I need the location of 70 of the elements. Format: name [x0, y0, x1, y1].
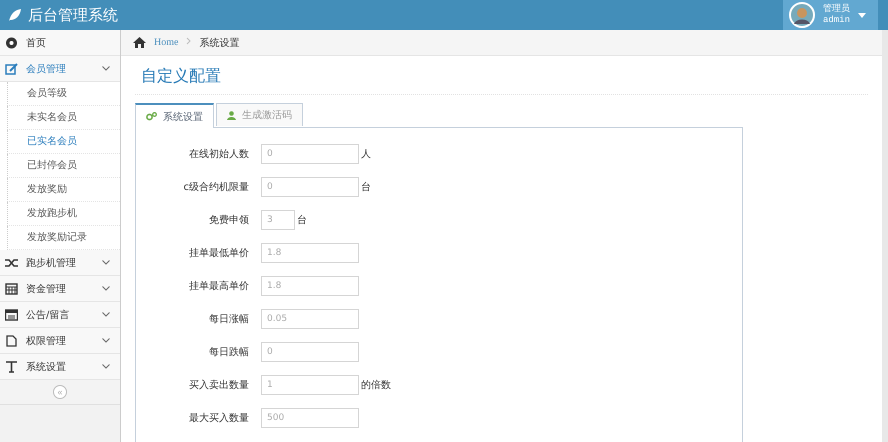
- field-label: 每日跌幅: [208, 346, 249, 358]
- tab[interactable]: 系统设置: [135, 103, 214, 128]
- shuffle-icon: [5, 256, 18, 268]
- submenu-item[interactable]: 会员等级: [7, 82, 120, 106]
- sidebar-item[interactable]: 权限管理: [0, 328, 120, 354]
- list-icon: [5, 308, 18, 320]
- chevron-icon: [102, 260, 110, 265]
- collapse-button[interactable]: «: [53, 385, 67, 399]
- file-icon: [5, 334, 18, 346]
- submenu-item[interactable]: 发放跑步机: [7, 202, 120, 226]
- field-label: 每日涨幅: [208, 312, 249, 326]
- field-label: 挂单最低单价: [188, 246, 249, 260]
- user-name: admin: [822, 15, 850, 26]
- menu-label: 权限管理: [26, 334, 67, 348]
- field-label: 挂单最高单价: [188, 280, 249, 292]
- input-field[interactable]: 1.8: [261, 242, 359, 262]
- menu-label: 系统设置: [26, 360, 67, 374]
- input-field[interactable]: 500: [261, 408, 359, 428]
- sidebar-item[interactable]: 公告/留言: [0, 302, 120, 328]
- submenu-item[interactable]: 已实名会员: [7, 130, 120, 154]
- chevron-icon: [102, 338, 110, 343]
- breadcrumb-link[interactable]: Home: [154, 37, 178, 48]
- menu-label: 跑步机管理: [26, 256, 77, 270]
- text-icon: [5, 360, 18, 372]
- field-label: 最大买入数量: [188, 412, 249, 424]
- input-field[interactable]: 0.05: [261, 308, 359, 328]
- app-title: 后台管理系统: [28, 6, 118, 24]
- input-field[interactable]: 0: [261, 342, 359, 362]
- home-icon: [133, 37, 146, 48]
- field-label: 在线初始人数: [188, 148, 249, 160]
- input-field[interactable]: 1: [261, 374, 359, 394]
- menu-label: 首页: [26, 36, 47, 50]
- field-label: 免费申领: [208, 214, 249, 226]
- menu-label: 资金管理: [26, 282, 67, 296]
- page-title: 自定义配置: [135, 56, 868, 95]
- submenu-item[interactable]: 已封停会员: [7, 154, 120, 178]
- submenu-item[interactable]: 发放奖励: [7, 178, 120, 202]
- input-field[interactable]: 0: [261, 144, 359, 164]
- dashboard-icon: [5, 36, 18, 48]
- sidebar-item[interactable]: 跑步机管理: [0, 250, 120, 276]
- input-field[interactable]: 0: [261, 176, 359, 196]
- sidebar-item[interactable]: 系统设置: [0, 354, 120, 380]
- unit-label: 人: [361, 148, 371, 160]
- chevron-icon: [102, 286, 110, 291]
- edit-icon: [5, 62, 18, 74]
- sidebar-item[interactable]: 会员管理: [0, 56, 120, 82]
- menu-label: 会员管理: [26, 62, 67, 76]
- field-label: 买入卖出数量: [188, 378, 249, 392]
- field-label: c级合约机限量: [182, 180, 249, 194]
- chevron-icon: [102, 364, 110, 369]
- avatar-icon: [788, 2, 815, 28]
- user-menu[interactable]: 管理员 admin: [782, 0, 878, 30]
- calendar-icon: [5, 282, 18, 294]
- input-field[interactable]: 3: [261, 210, 295, 230]
- sidebar-item[interactable]: 首页: [0, 30, 120, 56]
- unit-label: 的倍数: [361, 378, 391, 392]
- sidebar-item[interactable]: 资金管理: [0, 276, 120, 302]
- unit-label: 台: [361, 180, 371, 194]
- input-field[interactable]: 1.8: [261, 276, 359, 296]
- caret-icon: [858, 12, 866, 18]
- menu-label: 公告/留言: [26, 308, 70, 322]
- unit-label: 台: [297, 214, 307, 226]
- chevron-icon: [102, 312, 110, 317]
- user-role: 管理员: [822, 4, 850, 15]
- leaf-icon: [8, 8, 22, 22]
- gears-icon: [146, 112, 157, 121]
- breadcrumb-current: 系统设置: [199, 36, 240, 50]
- chevron-icon: [102, 66, 110, 71]
- tab[interactable]: 生成激活码: [216, 103, 303, 126]
- user-icon: [227, 110, 236, 120]
